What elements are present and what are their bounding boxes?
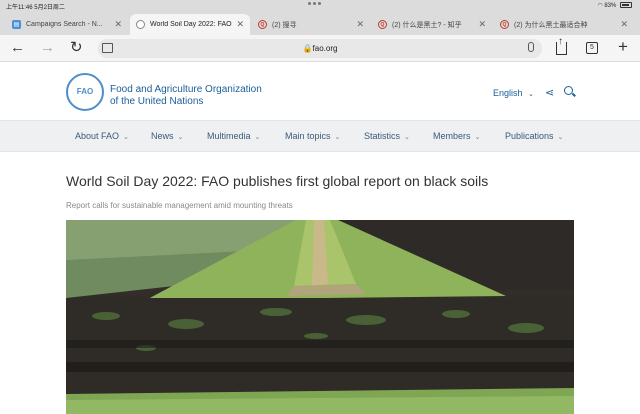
chevron-down-icon: ⌄ [123,134,129,141]
black-soil-field-photo [66,220,574,414]
tab-title: (2) 为什么黑土最适合种 [514,21,588,29]
chevron-down-icon: ⌄ [404,134,410,141]
browser-tab-world-soil-day[interactable]: World Soil Day 2022: FAO ✕ [130,14,250,35]
new-tab-icon[interactable]: + [618,38,628,55]
close-icon[interactable]: ✕ [114,19,122,30]
language-label: English [493,88,523,98]
nav-item-main-topics[interactable]: Main topics ⌄ [285,131,340,141]
chevron-down-icon: ⌄ [254,134,261,141]
browser-tab-search[interactable]: Q (2) 搜寻 ✕ [252,14,370,35]
close-icon[interactable]: ✕ [620,19,628,30]
language-selector[interactable]: English ⌄ [493,88,534,98]
close-icon[interactable]: ✕ [356,19,364,30]
chevron-down-icon: ⌄ [528,91,534,98]
address-url: 🔒fao.org [302,44,338,53]
fao-logo[interactable]: FAO [66,73,104,111]
close-icon[interactable]: ✕ [236,19,244,30]
site-header: FAO Food and Agriculture Organization of… [0,63,640,120]
nav-item-multimedia[interactable]: Multimedia ⌄ [207,131,260,141]
chevron-down-icon: ⌄ [177,134,184,141]
tab-title: World Soil Day 2022: FAO [150,21,232,28]
org-name-line2: of the United Nations [110,96,204,107]
multitasking-dots-icon[interactable] [308,1,332,5]
address-bar[interactable]: 🔒fao.org [98,39,542,58]
zhihu-icon: Q [378,20,387,29]
tab-title: (2) 搜寻 [272,21,297,29]
nav-label: Publications [505,131,554,141]
nav-item-about-fao[interactable]: About FAO ⌄ [75,131,129,141]
nav-item-statistics[interactable]: Statistics ⌄ [364,131,410,141]
browser-toolbar: ← → ↻ 🔒fao.org 5 + [0,35,640,62]
microphone-icon[interactable] [528,42,534,52]
battery-percent: 83% [604,3,617,9]
article-headline: World Soil Day 2022: FAO publishes first… [66,173,489,189]
nav-label: Members [433,131,471,141]
tab-overview-button[interactable]: 5 [586,42,598,54]
tab-title: (2) 什么是黑土? - 知乎 [392,21,462,29]
battery-icon [620,2,632,9]
globe-icon [136,20,145,29]
zhihu-icon: Q [258,20,267,29]
campaign-icon: ▤ [12,20,21,29]
tab-strip: ▤ Campaigns Search - N... ✕ World Soil D… [0,11,640,35]
reload-icon[interactable]: ↻ [70,40,83,55]
nav-item-news[interactable]: News ⌄ [151,131,183,141]
status-bar: 上午11:46 5月2日周二 ◠ 83% [0,0,640,11]
share-icon[interactable] [556,36,567,55]
chevron-down-icon: ⌄ [474,134,481,141]
organization-name[interactable]: Food and Agriculture Organization of the… [110,84,262,108]
zhihu-icon: Q [500,20,509,29]
wifi-icon: ◠ [597,3,603,9]
browser-tab-campaigns[interactable]: ▤ Campaigns Search - N... ✕ [6,14,128,35]
search-icon[interactable] [564,86,573,95]
nav-label: About FAO [75,131,120,141]
logo-text: FAO [76,87,94,96]
share-icon[interactable]: ⋖ [545,86,554,99]
chevron-down-icon: ⌄ [557,134,564,141]
org-name-line1: Food and Agriculture Organization [110,84,262,95]
back-arrow-icon[interactable]: ← [10,40,25,55]
browser-tab-why-black-soil[interactable]: Q (2) 为什么黑土最适合种 ✕ [494,14,634,35]
nav-label: Multimedia [207,131,251,141]
close-icon[interactable]: ✕ [478,19,486,30]
article-subheadline: Report calls for sustainable management … [66,201,293,210]
status-right: ◠ 83% [597,2,632,9]
nav-label: News [151,131,174,141]
status-time-date: 上午11:46 5月2日周二 [6,5,65,11]
nav-item-members[interactable]: Members ⌄ [433,131,480,141]
nav-label: Statistics [364,131,401,141]
article-hero-image [66,220,574,414]
main-navigation: About FAO ⌄ News ⌄ Multimedia ⌄ Main topics… [0,120,640,152]
nav-item-publications[interactable]: Publications ⌄ [505,131,563,141]
forward-arrow-icon[interactable]: → [40,40,55,55]
url-text: fao.org [312,44,338,53]
browser-tab-what-is-black-soil[interactable]: Q (2) 什么是黑土? - 知乎 ✕ [372,14,492,35]
tab-title: Campaigns Search - N... [26,21,103,28]
chevron-down-icon: ⌄ [334,134,341,141]
nav-label: Main topics [285,131,331,141]
